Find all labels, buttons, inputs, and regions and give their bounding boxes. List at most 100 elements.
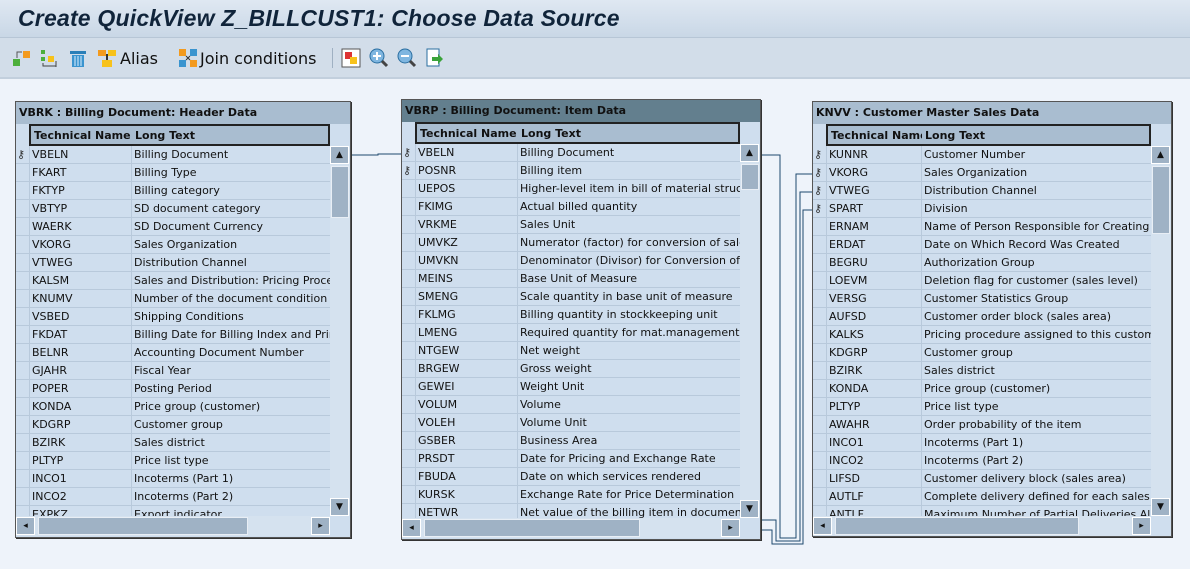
field-row[interactable]: UMVKZ Numerator (factor) for conversion o… — [402, 234, 740, 252]
field-row[interactable]: LIFSD Customer delivery block (sales area… — [813, 470, 1151, 488]
column-header-technical-name[interactable]: Technical Name — [826, 124, 928, 146]
field-row[interactable]: VOLUM Volume — [402, 396, 740, 414]
field-row[interactable]: BRGEW Gross weight — [402, 360, 740, 378]
vertical-scrollbar[interactable]: ▲ ▼ — [740, 144, 760, 518]
field-row[interactable]: ⚷ VTWEG Distribution Channel — [813, 182, 1151, 200]
field-row[interactable]: UEPOS Higher-level item in bill of materi… — [402, 180, 740, 198]
field-row[interactable]: NETWR Net value of the billing item in do… — [402, 504, 740, 518]
table-vbrp[interactable]: VBRP : Billing Document: Item Data Techn… — [401, 99, 761, 540]
field-row[interactable]: SMENG Scale quantity in base unit of meas… — [402, 288, 740, 306]
field-row[interactable]: INCO2 Incoterms (Part 2) — [16, 488, 330, 506]
column-header-technical-name[interactable]: Technical Name — [415, 122, 520, 144]
field-row[interactable]: VSBED Shipping Conditions — [16, 308, 330, 326]
field-row[interactable]: LOEVM Deletion flag for customer (sales l… — [813, 272, 1151, 290]
field-row[interactable]: GSBER Business Area — [402, 432, 740, 450]
table-vbrk[interactable]: VBRK : Billing Document: Header Data Tec… — [15, 101, 351, 538]
column-header-technical-name[interactable]: Technical Name — [29, 124, 134, 146]
vertical-scrollbar[interactable]: ▲ ▼ — [330, 146, 350, 516]
field-row[interactable]: VBTYP SD document category — [16, 200, 330, 218]
field-row[interactable]: ⚷ VKORG Sales Organization — [813, 164, 1151, 182]
scroll-thumb[interactable] — [741, 164, 759, 190]
field-row[interactable]: BELNR Accounting Document Number — [16, 344, 330, 362]
vertical-scrollbar[interactable]: ▲ ▼ — [1151, 146, 1171, 516]
field-row[interactable]: VRKME Sales Unit — [402, 216, 740, 234]
field-row[interactable]: BZIRK Sales district — [16, 434, 330, 452]
field-row[interactable]: GEWEI Weight Unit — [402, 378, 740, 396]
field-row[interactable]: LMENG Required quantity for mat.managemen… — [402, 324, 740, 342]
field-row[interactable]: ⚷ SPART Division — [813, 200, 1151, 218]
field-row[interactable]: FBUDA Date on which services rendered — [402, 468, 740, 486]
scroll-up-button[interactable]: ▲ — [740, 144, 759, 162]
field-row[interactable]: KURSK Exchange Rate for Price Determinati… — [402, 486, 740, 504]
scroll-right-button[interactable]: ▸ — [1132, 517, 1151, 535]
field-row[interactable]: ⚷ VBELN Billing Document — [16, 146, 330, 164]
column-header-long-text[interactable]: Long Text — [518, 122, 740, 144]
field-row[interactable]: KALKS Pricing procedure assigned to this … — [813, 326, 1151, 344]
field-row[interactable]: ERNAM Name of Person Responsible for Crea… — [813, 218, 1151, 236]
field-row[interactable]: POPER Posting Period — [16, 380, 330, 398]
field-row[interactable]: INCO1 Incoterms (Part 1) — [813, 434, 1151, 452]
field-row[interactable]: KONDA Price group (customer) — [813, 380, 1151, 398]
field-row[interactable]: ERDAT Date on Which Record Was Created — [813, 236, 1151, 254]
scroll-down-button[interactable]: ▼ — [740, 500, 759, 518]
field-row[interactable]: ⚷ KUNNR Customer Number — [813, 146, 1151, 164]
scroll-up-button[interactable]: ▲ — [330, 146, 349, 164]
field-row[interactable]: KNUMV Number of the document condition — [16, 290, 330, 308]
field-row[interactable]: UMVKN Denominator (Divisor) for Conversio… — [402, 252, 740, 270]
horizontal-scrollbar[interactable]: ◂ ▸ — [813, 516, 1151, 536]
technical-name: GEWEI — [415, 378, 517, 395]
field-row[interactable]: FKIMG Actual billed quantity — [402, 198, 740, 216]
field-row[interactable]: VKORG Sales Organization — [16, 236, 330, 254]
field-row[interactable]: KALSM Sales and Distribution: Pricing Pro… — [16, 272, 330, 290]
field-row[interactable]: INCO1 Incoterms (Part 1) — [16, 470, 330, 488]
horizontal-scrollbar[interactable]: ◂ ▸ — [16, 516, 330, 536]
field-row[interactable]: AWAHR Order probability of the item — [813, 416, 1151, 434]
scroll-thumb[interactable] — [424, 519, 640, 537]
long-text: Customer order block (sales area) — [921, 308, 1151, 325]
field-row[interactable]: VERSG Customer Statistics Group — [813, 290, 1151, 308]
scroll-down-button[interactable]: ▼ — [330, 498, 349, 516]
field-row[interactable]: GJAHR Fiscal Year — [16, 362, 330, 380]
field-row[interactable]: KONDA Price group (customer) — [16, 398, 330, 416]
field-row[interactable]: PLTYP Price list type — [813, 398, 1151, 416]
field-row[interactable]: INCO2 Incoterms (Part 2) — [813, 452, 1151, 470]
scroll-left-button[interactable]: ◂ — [402, 519, 421, 537]
long-text: Posting Period — [131, 380, 330, 397]
field-row[interactable]: KDGRP Customer group — [813, 344, 1151, 362]
scroll-thumb[interactable] — [1152, 166, 1170, 234]
field-row[interactable]: ⚷ POSNR Billing item — [402, 162, 740, 180]
field-row[interactable]: FKLMG Billing quantity in stockkeeping un… — [402, 306, 740, 324]
scroll-right-button[interactable]: ▸ — [311, 517, 330, 535]
field-row[interactable]: ANTLF Maximum Number of Partial Deliverie… — [813, 506, 1151, 516]
field-row[interactable]: ⚷ VBELN Billing Document — [402, 144, 740, 162]
column-header-long-text[interactable]: Long Text — [132, 124, 330, 146]
scroll-left-button[interactable]: ◂ — [813, 517, 832, 535]
field-row[interactable]: VOLEH Volume Unit — [402, 414, 740, 432]
field-row[interactable]: KDGRP Customer group — [16, 416, 330, 434]
technical-name: VRKME — [415, 216, 517, 233]
field-row[interactable]: FKDAT Billing Date for Billing Index and … — [16, 326, 330, 344]
horizontal-scrollbar[interactable]: ◂ ▸ — [402, 518, 740, 538]
field-row[interactable]: AUTLF Complete delivery defined for each … — [813, 488, 1151, 506]
scroll-thumb[interactable] — [38, 517, 248, 535]
field-row[interactable]: WAERK SD Document Currency — [16, 218, 330, 236]
field-row[interactable]: EXPKZ Export indicator — [16, 506, 330, 516]
table-knvv[interactable]: KNVV : Customer Master Sales Data Techni… — [812, 101, 1172, 537]
scroll-left-button[interactable]: ◂ — [16, 517, 35, 535]
field-row[interactable]: MEINS Base Unit of Measure — [402, 270, 740, 288]
field-row[interactable]: BEGRU Authorization Group — [813, 254, 1151, 272]
field-row[interactable]: AUFSD Customer order block (sales area) — [813, 308, 1151, 326]
field-row[interactable]: BZIRK Sales district — [813, 362, 1151, 380]
scroll-down-button[interactable]: ▼ — [1151, 498, 1170, 516]
field-row[interactable]: PLTYP Price list type — [16, 452, 330, 470]
field-row[interactable]: FKTYP Billing category — [16, 182, 330, 200]
column-header-long-text[interactable]: Long Text — [922, 124, 1151, 146]
scroll-up-button[interactable]: ▲ — [1151, 146, 1170, 164]
field-row[interactable]: VTWEG Distribution Channel — [16, 254, 330, 272]
field-row[interactable]: FKART Billing Type — [16, 164, 330, 182]
scroll-thumb[interactable] — [331, 166, 349, 218]
scroll-thumb[interactable] — [835, 517, 1079, 535]
scroll-right-button[interactable]: ▸ — [721, 519, 740, 537]
field-row[interactable]: PRSDT Date for Pricing and Exchange Rate — [402, 450, 740, 468]
field-row[interactable]: NTGEW Net weight — [402, 342, 740, 360]
